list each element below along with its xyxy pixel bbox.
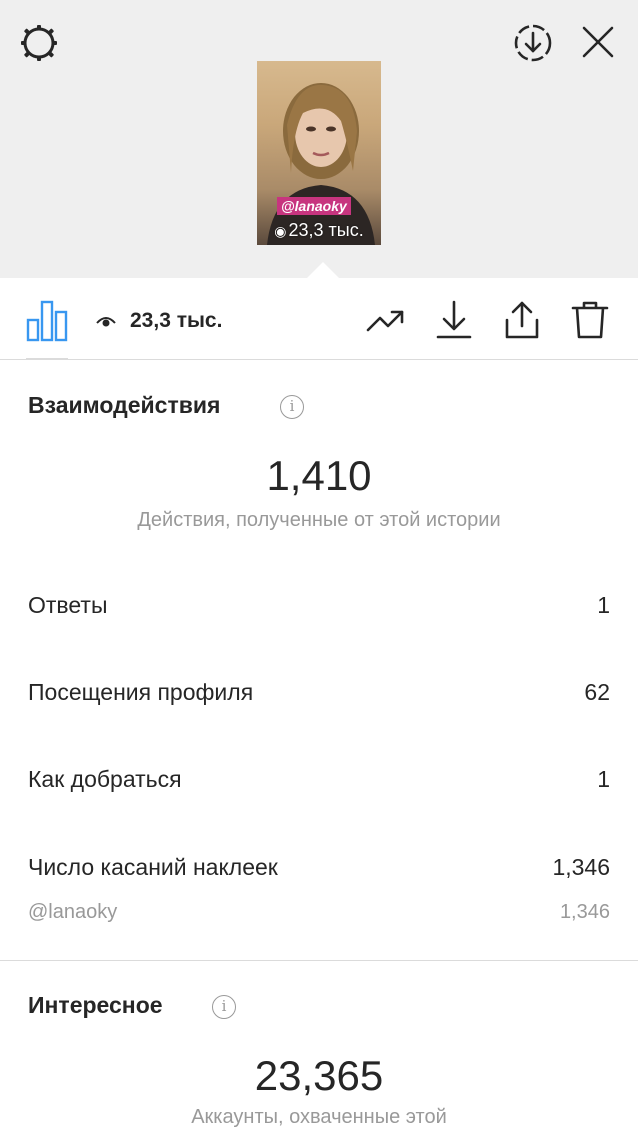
settings-gear-icon[interactable]	[18, 22, 60, 64]
close-icon[interactable]	[578, 22, 618, 62]
selection-pointer	[307, 262, 339, 278]
views-count: 23,3 тыс.	[96, 308, 222, 334]
metric-label: @lanaoky	[28, 900, 118, 923]
story-views-overlay: ◉ 23,3 тыс.	[261, 219, 377, 242]
metric-row-replies: Ответы 1	[28, 590, 610, 620]
save-download-icon[interactable]	[512, 22, 554, 64]
story-mention-tag: @lanaoky	[277, 197, 351, 215]
metric-row-sticker-mention: @lanaoky 1,346	[28, 897, 610, 927]
discovery-caption: Аккаунты, охваченные этой	[191, 1106, 447, 1128]
metric-value: 1,346	[559, 900, 610, 923]
story-portrait-image	[267, 83, 375, 245]
trash-icon[interactable]	[570, 300, 610, 340]
share-icon[interactable]	[502, 300, 542, 340]
story-views-count: 23,3 тыс.	[288, 220, 364, 240]
eye-icon: ◉	[274, 223, 287, 239]
download-icon[interactable]	[434, 300, 474, 340]
metric-label: Как добраться	[28, 765, 182, 792]
metric-row-directions: Как добраться 1	[28, 764, 610, 794]
story-preview-area: @lanaoky ◉ 23,3 тыс.	[0, 0, 638, 278]
metric-label: Посещения профиля	[28, 678, 254, 705]
discovery-title: Интересное	[28, 992, 163, 1018]
metric-value: 1	[597, 591, 610, 618]
eye-icon	[96, 317, 116, 327]
interactions-info-icon[interactable]: i	[280, 395, 304, 419]
discovery-total: 23,365	[254, 1052, 384, 1099]
story-toolbar: 23,3 тыс.	[0, 278, 638, 360]
interactions-caption: Действия, полученные от этой истории	[137, 509, 501, 531]
metric-row-sticker-taps: Число касаний наклеек 1,346	[28, 852, 610, 882]
bar-chart-icon[interactable]	[26, 298, 68, 342]
section-divider	[0, 960, 638, 961]
metric-label: Число касаний наклеек	[28, 853, 278, 880]
interactions-total: 1,410	[266, 452, 372, 499]
trend-icon[interactable]	[366, 300, 406, 340]
discovery-info-icon[interactable]: i	[212, 995, 236, 1019]
metric-label: Ответы	[28, 591, 108, 618]
story-thumbnail[interactable]: @lanaoky ◉ 23,3 тыс.	[257, 61, 381, 245]
views-count-label: 23,3 тыс.	[130, 309, 223, 332]
metric-row-profile-visits: Посещения профиля 62	[28, 677, 610, 707]
metric-value: 1,346	[552, 853, 610, 880]
metric-value: 1	[597, 765, 610, 792]
tab-underline	[26, 358, 68, 360]
metric-value: 62	[584, 678, 610, 705]
interactions-title: Взаимодействия	[28, 392, 221, 418]
